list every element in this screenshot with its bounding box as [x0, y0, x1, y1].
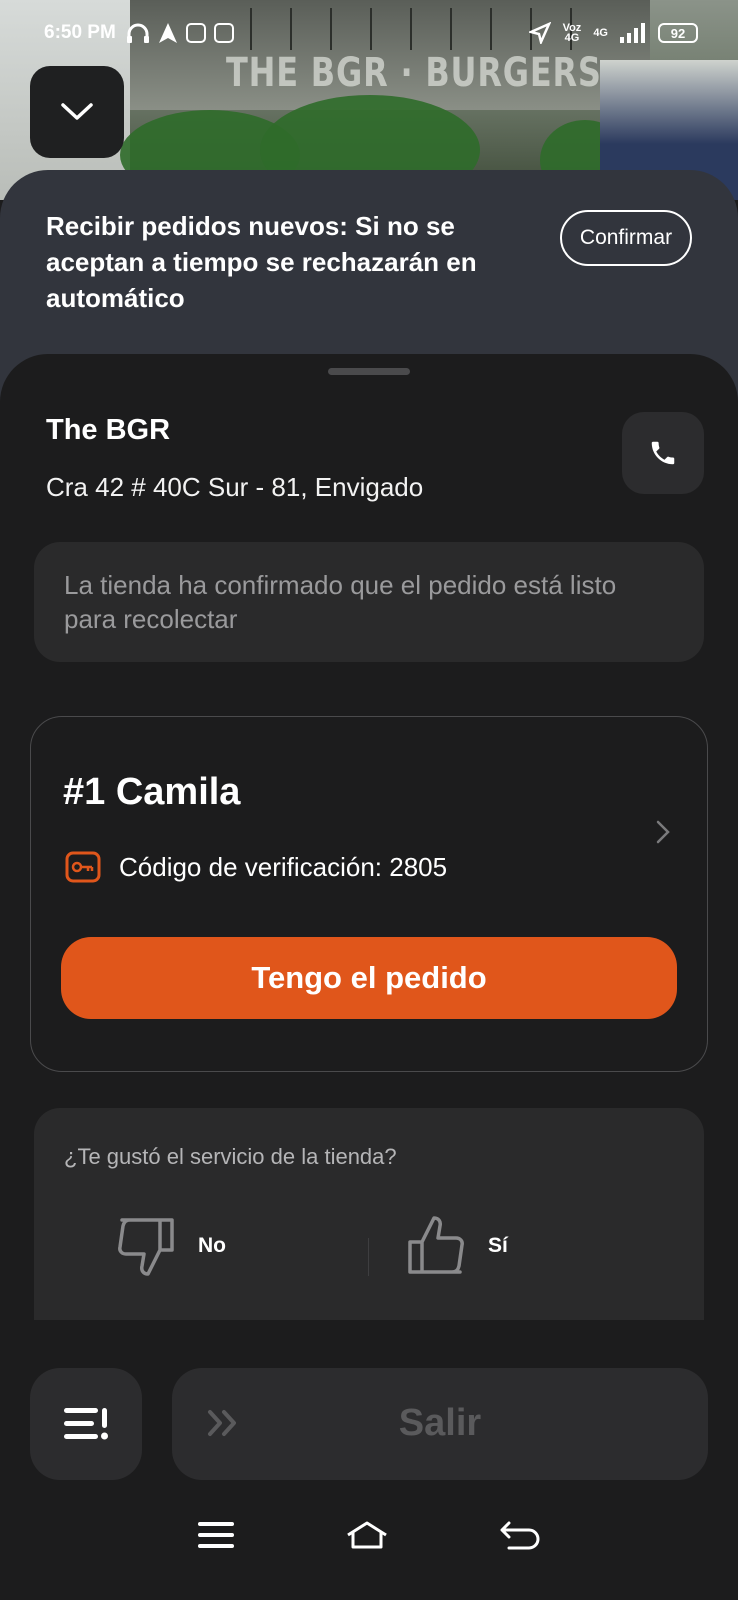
back-icon[interactable]: [499, 1519, 541, 1551]
order-card[interactable]: #1 Camila Código de verificación: 2805 T…: [30, 716, 708, 1072]
list-alert-icon: [64, 1408, 108, 1440]
rating-divider: [368, 1238, 369, 1276]
collapse-button[interactable]: [30, 66, 124, 158]
verification-code-row: Código de verificación: 2805: [65, 851, 447, 883]
confirm-button[interactable]: Confirmar: [560, 210, 692, 266]
bottom-action-bar: Salir: [0, 1320, 738, 1480]
rate-no-label: No: [198, 1234, 226, 1257]
sheet-drag-handle[interactable]: [328, 368, 410, 375]
app-notification-icon: [185, 23, 206, 43]
notice-text: Recibir pedidos nuevos: Si no se aceptan…: [46, 211, 477, 313]
thumbs-down-icon: [118, 1218, 174, 1276]
system-navigation-bar: [0, 1500, 738, 1600]
store-address: Cra 42 # 40C Sur - 81, Envigado: [46, 472, 424, 502]
order-title: #1 Camila: [63, 771, 241, 813]
rate-yes-label: Sí: [488, 1234, 508, 1257]
rate-yes-button[interactable]: Sí: [404, 1214, 508, 1278]
store-name: The BGR: [46, 414, 171, 446]
pickup-ready-message: La tienda ha confirmado que el pedido es…: [34, 542, 704, 662]
key-icon: [65, 851, 101, 883]
navigation-icon: [158, 23, 177, 43]
signal-icon: [620, 23, 645, 43]
network-type: 4G: [593, 27, 608, 39]
order-menu-button[interactable]: [30, 1368, 142, 1480]
network-label: Voz 4G: [562, 22, 582, 44]
home-icon[interactable]: [345, 1519, 389, 1551]
menu-icon[interactable]: [197, 1520, 235, 1550]
exit-slider-button[interactable]: Salir: [172, 1368, 708, 1480]
rate-no-button[interactable]: No: [114, 1214, 226, 1278]
status-time: 6:50 PM: [44, 22, 116, 43]
rating-question: ¿Te gustó el servicio de la tienda?: [64, 1144, 397, 1169]
location-arrow-icon: [528, 22, 551, 44]
battery-indicator: 92: [658, 23, 698, 43]
thumbs-up-icon: [408, 1216, 464, 1274]
headphones-icon: [126, 23, 149, 43]
app-notification-icon-2: [213, 23, 234, 43]
got-order-button[interactable]: Tengo el pedido: [61, 937, 677, 1019]
exit-label: Salir: [398, 1402, 482, 1444]
call-store-button[interactable]: [622, 412, 704, 494]
status-bar: 6:50 PM Voz 4G 4G 92: [44, 18, 698, 48]
chevron-down-icon: [61, 103, 93, 120]
phone-icon: [651, 441, 675, 465]
verification-code-text: Código de verificación: 2805: [119, 851, 448, 882]
store-sign-text: THE BGR · BURGERS: [226, 50, 602, 96]
chevron-right-icon[interactable]: [655, 819, 671, 845]
